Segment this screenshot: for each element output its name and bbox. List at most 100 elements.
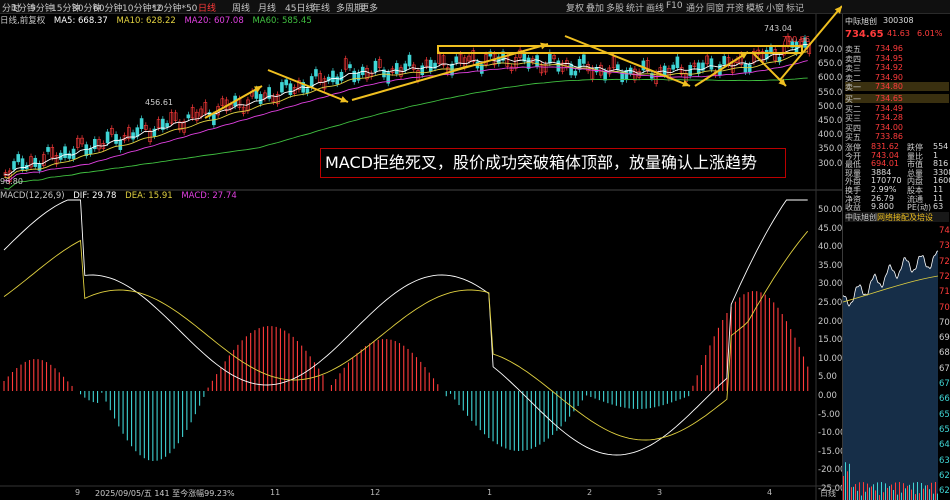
order-row: 买四 734.00: [845, 122, 949, 133]
price-change: 41.63: [887, 29, 910, 38]
dif-value: DIF: 29.78: [73, 191, 117, 201]
mini-tab-name[interactable]: 中际旭创: [845, 212, 877, 223]
mini-tick: 678: [939, 363, 950, 374]
mini-volume-bar: [873, 484, 874, 500]
macd-title: MACD(12,26,9): [0, 191, 65, 201]
quote-panel: 中际旭创 300308 734.65 41.63 6.01% 卖五 734.96 卖…: [842, 14, 950, 500]
mini-volume-bar: [845, 462, 846, 500]
mini-tick: 664: [939, 394, 950, 405]
mini-tick: 635: [939, 455, 950, 466]
mini-volume-bar: [847, 471, 848, 500]
mini-volume-bar: [911, 489, 912, 500]
tab-daily[interactable]: 日线: [820, 488, 836, 499]
mini-tick: 621: [939, 486, 950, 497]
order-row: 卖四 734.95: [845, 54, 949, 64]
candle-body: [288, 83, 293, 96]
candle-body: [139, 118, 144, 129]
mini-volume-bar: [907, 485, 908, 500]
macd-value: MACD: 27.74: [181, 191, 237, 201]
order-row: 卖三 734.92: [845, 63, 949, 73]
mini-volume-bar: [877, 482, 878, 500]
kline-chart[interactable]: 456.61 743.04 96.80 700.66: [0, 0, 842, 500]
price-label-mid: 456.61: [145, 98, 173, 107]
candle-body: [671, 64, 675, 70]
macd-tick: -5.00: [818, 409, 840, 420]
mini-volume-bar: [931, 482, 932, 500]
date-label: 11: [270, 488, 281, 497]
candle-body: [428, 59, 433, 72]
mini-tick: 642: [939, 440, 950, 451]
candle-body: [258, 94, 263, 104]
dif-line: [3, 199, 808, 456]
candle-body: [165, 123, 169, 128]
candle-body: [722, 56, 726, 65]
mini-volume-bar: [843, 476, 844, 500]
mini-tick: 693: [939, 333, 950, 344]
date-label: 9: [75, 488, 81, 497]
mini-volume-bar: [863, 482, 864, 500]
order-price: 734.80: [875, 82, 903, 91]
mini-volume-bar: [923, 488, 924, 500]
candle-body: [747, 64, 752, 72]
mini-volume-bar: [905, 488, 906, 500]
mini-volume-bar: [937, 493, 938, 500]
mini-volume-bar: [897, 494, 898, 500]
order-row: 买一 734.65: [845, 94, 949, 104]
candle-body: [603, 70, 607, 81]
mini-volume-bar: [913, 482, 914, 500]
candle-body: [84, 144, 89, 156]
order-price: 734.00: [875, 122, 903, 132]
mini-volume-bar: [909, 484, 910, 500]
mini-tick: 721: [939, 271, 950, 282]
candle-body: [284, 79, 288, 86]
macd-tick: 45.00: [818, 223, 843, 234]
date-label: 12: [370, 488, 381, 497]
macd-tick: 40.00: [818, 242, 843, 253]
mini-tick: 707: [939, 302, 950, 313]
mini-volume-bar: [933, 493, 934, 500]
candle-body: [556, 60, 561, 72]
candle-body: [46, 147, 50, 152]
stock-code: 300308: [883, 16, 914, 25]
order-row: 卖二 734.90: [845, 73, 949, 83]
mini-volume-bar: [849, 463, 850, 500]
mini-volume-bar: [851, 487, 852, 500]
candle-body: [675, 56, 680, 69]
candle-body: [280, 82, 284, 93]
mini-volume-bar: [859, 482, 860, 500]
mini-volume-bar: [903, 483, 904, 500]
trend-arrow: [267, 69, 349, 103]
candle-body: [348, 64, 352, 69]
candle-body: [33, 157, 38, 167]
macd-legend: MACD(12,26,9) DIF: 29.78 DEA: 15.91 MACD…: [0, 191, 243, 203]
mini-volume-bar: [881, 482, 882, 500]
order-row: 买三 734.28: [845, 113, 949, 123]
candle-body: [769, 46, 773, 54]
mini-area: [843, 250, 938, 500]
mini-volume-bar: [917, 482, 918, 500]
mini-tick: 728: [939, 256, 950, 267]
candle-body: [331, 70, 335, 83]
candle-body: [12, 161, 16, 170]
mini-volume-bar: [895, 482, 896, 500]
candle-body: [582, 54, 586, 64]
candle-body: [403, 63, 408, 71]
candle-body: [118, 139, 123, 150]
date-label: 4: [767, 488, 773, 497]
mini-chart-tabs: 中际旭创 网络接配及培设: [845, 212, 949, 222]
mini-volume-bar: [879, 495, 880, 500]
order-row: 卖一 734.80: [845, 82, 949, 92]
mini-tab-sector[interactable]: 网络接配及培设: [877, 212, 933, 223]
candle-body: [356, 72, 361, 81]
mini-volume-bar: [915, 494, 916, 500]
mini-tick: 657: [939, 409, 950, 420]
mini-volume-bar: [887, 487, 888, 500]
candle-body: [186, 114, 191, 119]
candle-body: [420, 65, 425, 76]
candle-body: [131, 132, 135, 140]
candle-body: [407, 54, 412, 67]
current-price: 734.65: [845, 29, 884, 40]
macd-tick: 30.00: [818, 279, 843, 290]
mini-tick: 685: [939, 348, 950, 359]
order-row: 买五 733.86: [845, 132, 949, 142]
